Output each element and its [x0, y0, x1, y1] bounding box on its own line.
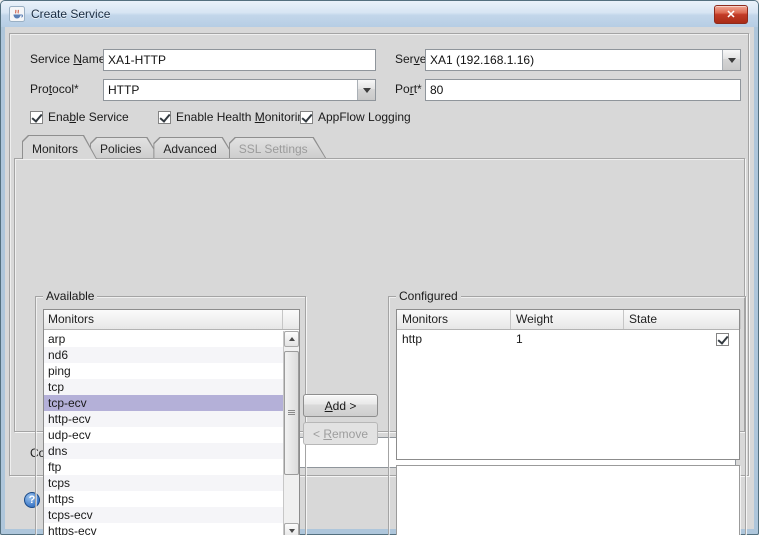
configured-group: Configured Monitors Weight State http1: [388, 296, 746, 535]
add-button[interactable]: Add >: [303, 394, 378, 417]
scroll-down-icon[interactable]: [284, 523, 299, 535]
checked-checkbox-icon: [30, 111, 43, 124]
window-title: Create Service: [31, 7, 110, 21]
configured-column-weight[interactable]: Weight: [511, 310, 624, 329]
checked-checkbox-icon: [300, 111, 313, 124]
tab-advanced[interactable]: Advanced: [153, 137, 235, 159]
protocol-combobox[interactable]: HTTP: [103, 79, 376, 101]
monitor-list-item[interactable]: http-ecv: [44, 411, 283, 427]
server-dropdown-button[interactable]: [722, 50, 740, 70]
checkbox-enable-service[interactable]: Enable Service: [30, 110, 129, 124]
server-value: XA1 (192.168.1.16): [430, 53, 534, 67]
configured-weight-cell: 1: [511, 332, 624, 346]
monitor-list-item[interactable]: tcps: [44, 475, 283, 491]
scroll-up-icon[interactable]: [284, 331, 299, 347]
tab-monitors[interactable]: Monitors: [22, 135, 97, 159]
tab-policies[interactable]: Policies: [90, 137, 160, 159]
configured-body: http1: [397, 330, 739, 348]
monitor-list-item[interactable]: dns: [44, 443, 283, 459]
port-label: Port*: [395, 82, 422, 96]
monitor-list-item[interactable]: nd6: [44, 347, 283, 363]
protocol-label: Protocol*: [30, 82, 79, 96]
checkbox-label: Enable Health Monitoring: [176, 110, 311, 124]
available-group: Available Monitors arpnd6pingtcptcp-ecvh…: [35, 296, 306, 535]
monitor-list-item[interactable]: tcps-ecv: [44, 507, 283, 523]
monitor-list: arpnd6pingtcptcp-ecvhttp-ecvudp-ecvdnsft…: [44, 331, 283, 535]
monitor-list-item[interactable]: https-ecv: [44, 523, 283, 535]
configured-monitor-cell: http: [397, 332, 511, 346]
service-name-label: Service Name*: [30, 52, 110, 66]
close-icon[interactable]: ✕: [714, 5, 748, 24]
server-combobox[interactable]: XA1 (192.168.1.16): [425, 49, 741, 71]
configured-state-cell[interactable]: [624, 333, 741, 346]
protocol-value: HTTP: [108, 83, 139, 97]
configured-monitors-table: Monitors Weight State http1: [396, 309, 740, 460]
tab-bar: MonitorsPoliciesAdvancedSSL Settings: [22, 137, 320, 159]
configured-table-row[interactable]: http1: [397, 330, 739, 348]
create-service-dialog: Create Service ✕ Service Name* Server* X…: [0, 0, 759, 535]
monitors-tab-panel: Available Monitors arpnd6pingtcptcp-ecvh…: [14, 158, 745, 432]
available-column-header[interactable]: Monitors: [44, 310, 283, 329]
header-stub: [283, 310, 299, 329]
configured-detail-panel: [396, 465, 740, 535]
configured-column-monitors[interactable]: Monitors: [397, 310, 511, 329]
scrollbar-thumb[interactable]: [284, 351, 299, 475]
titlebar[interactable]: Create Service ✕: [1, 1, 758, 27]
monitor-list-item[interactable]: ftp: [44, 459, 283, 475]
checked-checkbox-icon: [158, 111, 171, 124]
dialog-content: Service Name* Server* XA1 (192.168.1.16)…: [5, 27, 754, 529]
configured-column-state[interactable]: State: [624, 310, 741, 329]
monitor-list-item[interactable]: tcp: [44, 379, 283, 395]
available-scrollbar[interactable]: [283, 331, 299, 535]
available-table-header: Monitors: [44, 310, 299, 330]
configured-table-header: Monitors Weight State: [397, 310, 739, 330]
monitor-list-item[interactable]: arp: [44, 331, 283, 347]
remove-button[interactable]: < Remove: [303, 422, 378, 445]
chevron-down-icon: [728, 58, 736, 67]
monitor-list-item[interactable]: tcp-ecv: [44, 395, 283, 411]
monitor-list-item[interactable]: udp-ecv: [44, 427, 283, 443]
checkbox-label: Enable Service: [48, 110, 129, 124]
java-cup-icon: [9, 6, 25, 22]
checkbox-enable-health-monitoring[interactable]: Enable Health Monitoring: [158, 110, 311, 124]
monitor-list-item[interactable]: ping: [44, 363, 283, 379]
checkbox-label: AppFlow Logging: [318, 110, 411, 124]
checkbox-appflow-logging[interactable]: AppFlow Logging: [300, 110, 411, 124]
available-monitors-table: Monitors arpnd6pingtcptcp-ecvhttp-ecvudp…: [43, 309, 300, 535]
configured-group-label: Configured: [396, 289, 461, 303]
available-group-label: Available: [43, 289, 97, 303]
port-input[interactable]: [425, 79, 741, 101]
checked-checkbox-icon: [716, 333, 729, 346]
tab-ssl-settings: SSL Settings: [229, 137, 327, 159]
chevron-down-icon: [363, 88, 371, 97]
service-name-input[interactable]: [103, 49, 376, 71]
monitor-list-item[interactable]: https: [44, 491, 283, 507]
protocol-dropdown-button[interactable]: [357, 80, 375, 100]
